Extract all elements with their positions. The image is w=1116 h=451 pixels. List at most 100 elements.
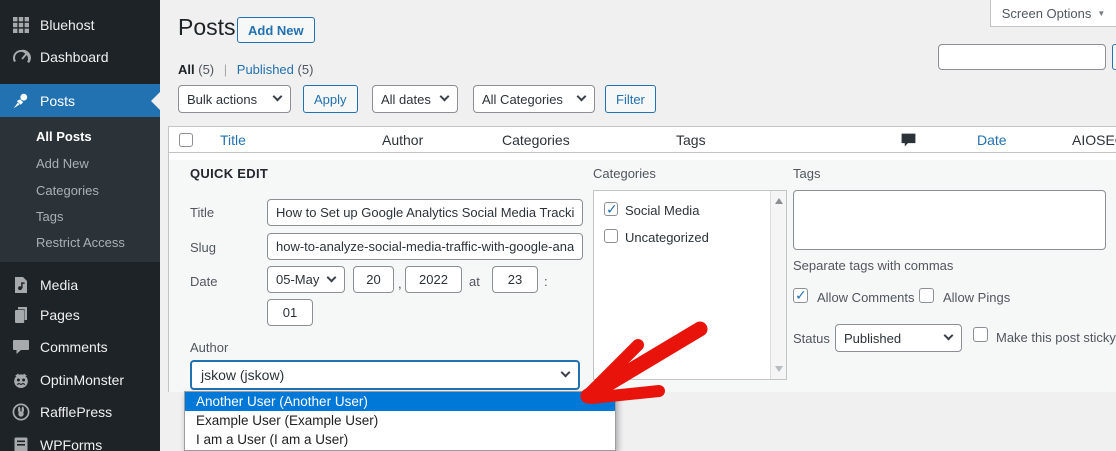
dashboard-icon <box>13 49 31 63</box>
chevron-down-icon: ▼ <box>1097 8 1106 18</box>
category-label-uncategorized: Uncategorized <box>625 230 709 245</box>
sticky-checkbox[interactable] <box>973 327 988 342</box>
active-menu-notch <box>151 92 160 110</box>
admin-sidebar: Bluehost Dashboard Posts All Posts Add N… <box>0 0 160 451</box>
allow-pings-label: Allow Pings <box>943 290 1011 305</box>
sidebar-item-pages[interactable]: Pages <box>0 299 160 331</box>
author-select[interactable]: jskow (jskow) <box>190 360 580 390</box>
submenu-item-tags[interactable]: Tags <box>36 209 63 224</box>
tags-textarea[interactable] <box>793 190 1106 250</box>
chevron-down-icon <box>272 91 283 102</box>
sidebar-item-comments[interactable]: Comments <box>0 331 160 363</box>
chevron-down-icon <box>439 91 450 102</box>
monster-icon <box>14 373 28 388</box>
posts-submenu: All Posts Add New Categories Tags Restri… <box>0 117 160 262</box>
filter-button[interactable]: Filter <box>605 85 656 113</box>
status-field-label: Status <box>793 331 830 346</box>
date-at-label: at <box>469 274 480 289</box>
slug-field-label: Slug <box>190 240 217 255</box>
category-checkbox-social-media[interactable] <box>604 201 618 218</box>
view-published-link[interactable]: Published <box>237 62 294 77</box>
screen-options-button[interactable]: Screen Options ▼ <box>990 0 1116 27</box>
sidebar-item-label: Bluehost <box>40 17 95 33</box>
day-input[interactable] <box>353 266 394 293</box>
title-field-label: Title <box>190 205 215 220</box>
posts-table-header: Title Author Categories Tags Date AIOSEO… <box>168 126 1116 153</box>
sidebar-item-label: Media <box>40 277 79 293</box>
month-value: 05-May <box>276 272 320 287</box>
view-all-link[interactable]: All <box>178 62 195 77</box>
comments-column-icon[interactable] <box>900 132 917 149</box>
date-comma: , <box>398 276 402 291</box>
scroll-down-icon <box>775 366 783 372</box>
bulk-actions-select[interactable]: Bulk actions <box>178 85 291 113</box>
tags-panel-label: Tags <box>793 166 821 181</box>
allow-pings-checkbox[interactable] <box>919 288 934 303</box>
author-option-i-am-a-user[interactable]: I am a User (I am a User) <box>185 430 615 449</box>
status-select[interactable]: Published <box>835 324 962 352</box>
search-posts-button[interactable] <box>1112 44 1116 70</box>
page-title: Posts <box>178 14 236 40</box>
sidebar-item-label: WPForms <box>40 437 103 451</box>
sidebar-item-label: Comments <box>40 339 108 355</box>
form-icon <box>14 437 28 451</box>
all-categories-select[interactable]: All Categories <box>473 85 595 113</box>
column-header-date[interactable]: Date <box>977 132 1007 148</box>
allow-comments-label: Allow Comments <box>817 290 915 305</box>
author-option-another-user[interactable]: Another User (Another User) <box>185 392 615 411</box>
scroll-up-icon <box>775 198 783 204</box>
bulk-actions-value: Bulk actions <box>187 91 258 107</box>
author-select-value: jskow (jskow) <box>201 367 285 383</box>
quick-edit-heading: QUICK EDIT <box>190 166 269 181</box>
content-area: Screen Options ▼ Posts Add New All (5) |… <box>160 0 1116 451</box>
chevron-down-icon <box>943 330 954 341</box>
select-all-checkbox[interactable] <box>179 133 193 147</box>
all-categories-value: All Categories <box>482 91 563 107</box>
sidebar-item-label: RafflePress <box>40 404 113 420</box>
minute-input[interactable] <box>267 299 313 326</box>
sidebar-item-dashboard[interactable]: Dashboard <box>0 40 160 74</box>
sidebar-item-bluehost[interactable]: Bluehost <box>0 8 160 42</box>
sidebar-item-rafflepress[interactable]: RafflePress <box>0 396 160 428</box>
all-dates-select[interactable]: All dates <box>372 85 458 113</box>
status-select-value: Published <box>844 330 902 346</box>
pushpin-icon <box>13 93 28 108</box>
date-colon: : <box>544 274 548 289</box>
tags-hint: Separate tags with commas <box>793 258 954 273</box>
allow-comments-checkbox[interactable] <box>793 287 808 304</box>
post-views-links: All (5) | Published (5) <box>178 62 313 77</box>
slug-input[interactable] <box>267 233 583 260</box>
sidebar-item-posts[interactable]: Posts <box>0 84 160 117</box>
column-header-aioseo: AIOSEO Details <box>1072 132 1116 148</box>
pages-icon <box>15 307 27 323</box>
apply-button[interactable]: Apply <box>303 85 358 113</box>
sidebar-item-label: Dashboard <box>40 49 109 65</box>
comment-icon <box>13 340 29 354</box>
author-option-example-user[interactable]: Example User (Example User) <box>185 411 615 430</box>
chevron-down-icon <box>576 91 587 102</box>
year-input[interactable] <box>405 266 462 293</box>
categories-scrollbar[interactable] <box>770 191 786 379</box>
sidebar-item-media[interactable]: Media <box>0 269 160 301</box>
column-header-title[interactable]: Title <box>220 132 246 148</box>
add-new-button[interactable]: Add New <box>237 17 315 43</box>
month-select[interactable]: 05-May <box>267 266 345 293</box>
submenu-item-categories[interactable]: Categories <box>36 183 99 198</box>
grid-icon <box>13 17 29 33</box>
submenu-item-all-posts[interactable]: All Posts <box>36 129 92 144</box>
sidebar-item-label: Posts <box>40 92 76 109</box>
column-header-author: Author <box>382 132 424 148</box>
rabbit-icon <box>12 403 30 421</box>
sidebar-item-wpforms[interactable]: WPForms <box>0 429 160 451</box>
submenu-item-add-new[interactable]: Add New <box>36 156 89 171</box>
views-separator: | <box>223 62 228 77</box>
hour-input[interactable] <box>492 266 538 293</box>
category-checkbox-uncategorized[interactable] <box>604 229 618 243</box>
title-input[interactable] <box>267 199 583 226</box>
view-all-count: (5) <box>198 62 215 77</box>
chevron-down-icon <box>326 272 337 282</box>
wordpress-admin-screen: Bluehost Dashboard Posts All Posts Add N… <box>0 0 1116 451</box>
submenu-item-restrict-access[interactable]: Restrict Access <box>36 235 125 250</box>
search-input[interactable] <box>938 44 1106 70</box>
sidebar-item-optinmonster[interactable]: OptinMonster <box>0 364 160 396</box>
